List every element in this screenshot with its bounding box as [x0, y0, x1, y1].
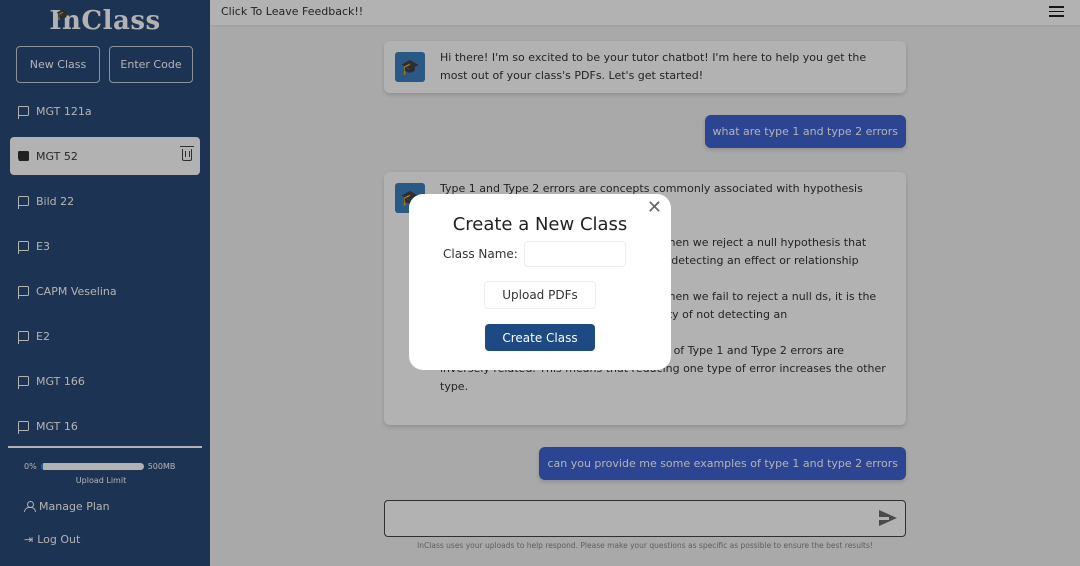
- upload-pdfs-button[interactable]: Upload PDFs: [484, 281, 596, 309]
- create-class-button[interactable]: Create Class: [485, 324, 595, 351]
- create-class-modal: ✕ Create a New Class Class Name: Upload …: [409, 194, 671, 370]
- class-name-input[interactable]: [523, 241, 626, 267]
- class-name-label: Class Name:: [443, 247, 518, 261]
- modal-title: Create a New Class: [452, 214, 628, 235]
- class-name-row: Class Name:: [443, 241, 626, 267]
